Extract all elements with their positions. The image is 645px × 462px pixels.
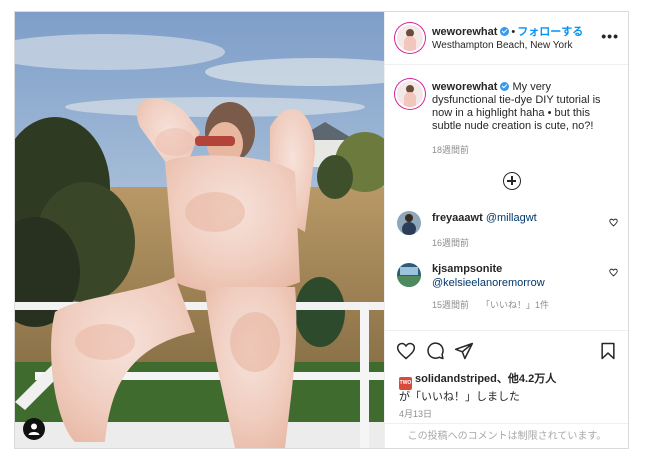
caption-author-avatar[interactable] xyxy=(397,81,423,107)
verified-badge-icon xyxy=(500,82,510,91)
post-caption: weworewhat My very dysfunctional tie-dye… xyxy=(432,81,617,133)
comment-timestamp: 15週間前 xyxy=(432,300,470,310)
instagram-post-card: weworewhat • フォローする Westhampton Beach, New… xyxy=(14,11,629,449)
avatar-ground xyxy=(397,276,421,287)
comment-item: kjsampsonite @kelsieelanoremorrow xyxy=(432,262,602,290)
post-side-panel: weworewhat • フォローする Westhampton Beach, New… xyxy=(384,12,628,448)
comment-avatar[interactable] xyxy=(397,263,421,287)
separator-dot: • xyxy=(511,26,516,38)
liker-avatar[interactable]: TWO xyxy=(399,377,412,390)
post-photo[interactable] xyxy=(15,12,384,448)
author-username[interactable]: weworewhat xyxy=(432,26,497,38)
bookmark-icon[interactable] xyxy=(598,341,618,361)
caption-username[interactable]: weworewhat xyxy=(432,81,497,93)
comment-icon[interactable] xyxy=(425,341,445,361)
heart-icon[interactable] xyxy=(609,268,618,277)
heart-icon[interactable] xyxy=(396,341,416,361)
comment-username[interactable]: freyaaawt xyxy=(432,212,483,224)
comments-disabled-notice: この投稿へのコメントは制限されています。 xyxy=(385,423,628,448)
comment-likes-count[interactable]: 「いいね！」1件 xyxy=(481,300,549,310)
plus-circle-icon[interactable] xyxy=(503,172,521,190)
post-actions: TWO solidandstriped、他4.2万人 が「いいね！」しました 4月… xyxy=(385,330,628,448)
liked-by-suffix: が「いいね！」しました xyxy=(399,391,520,403)
follow-button[interactable]: フォローする xyxy=(517,26,583,38)
comment-mention[interactable]: @kelsieelanoremorrow xyxy=(432,276,602,290)
verified-badge-icon xyxy=(500,27,510,36)
avatar-head xyxy=(405,214,413,222)
likes-count[interactable]: 、他4.2万人 xyxy=(497,373,556,385)
post-header: weworewhat • フォローする Westhampton Beach, New… xyxy=(385,12,628,65)
comment-avatar[interactable] xyxy=(397,211,421,235)
post-date: 4月13日 xyxy=(399,409,433,419)
liker-username[interactable]: solidandstriped xyxy=(415,373,497,385)
user-tag-icon[interactable] xyxy=(23,418,45,440)
more-options-icon[interactable]: ••• xyxy=(601,28,619,44)
caption-timestamp: 18週間前 xyxy=(432,145,470,155)
comment-mention[interactable]: @millagwt xyxy=(486,212,537,224)
heart-icon[interactable] xyxy=(609,218,618,227)
comment-item: freyaaawt @millagwt xyxy=(432,211,602,225)
location-link[interactable]: Westhampton Beach, New York xyxy=(432,40,572,51)
avatar-body xyxy=(404,92,416,107)
comment-timestamp: 16週間前 xyxy=(432,238,470,248)
comment-username[interactable]: kjsampsonite xyxy=(432,262,602,276)
liked-by-summary: TWO solidandstriped、他4.2万人 が「いいね！」しました xyxy=(399,372,619,404)
share-icon[interactable] xyxy=(454,341,474,361)
user-tag-glyph xyxy=(28,423,40,435)
avatar-body xyxy=(402,222,416,235)
avatar-sky xyxy=(400,267,418,275)
comment-meta: 15週間前 「いいね！」1件 xyxy=(432,298,549,311)
author-avatar[interactable] xyxy=(397,25,423,51)
photo-image xyxy=(15,12,384,448)
header-user-line: weworewhat • フォローする xyxy=(432,23,583,39)
avatar-body xyxy=(404,36,416,51)
